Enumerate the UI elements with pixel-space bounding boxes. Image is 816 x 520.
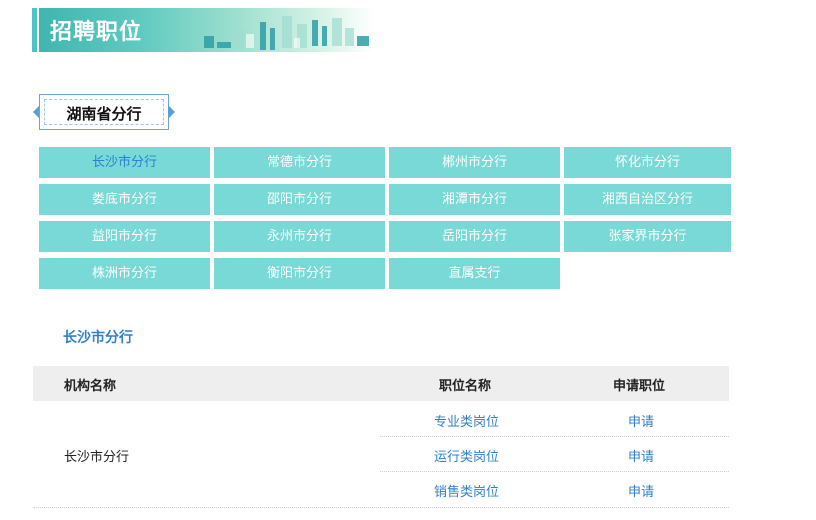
table-row: 运行类岗位 申请 bbox=[380, 437, 729, 472]
province-tab: 湖南省分行 bbox=[33, 94, 175, 130]
position-link[interactable]: 销售类岗位 bbox=[380, 481, 553, 500]
branch-tab-zhuzhou[interactable]: 株洲市分行 bbox=[39, 258, 210, 289]
branch-tab-yongzhou[interactable]: 永州市分行 bbox=[214, 221, 385, 252]
column-header-org: 机构名称 bbox=[64, 379, 117, 394]
table-bottom-border bbox=[33, 507, 729, 508]
branch-tab-hengyang[interactable]: 衡阳市分行 bbox=[214, 258, 385, 289]
column-header-apply: 申请职位 bbox=[613, 379, 666, 394]
page-header-banner: 招聘职位 bbox=[32, 8, 374, 52]
branch-tab-huaihua[interactable]: 怀化市分行 bbox=[564, 147, 731, 178]
apply-link[interactable]: 申请 bbox=[553, 481, 729, 500]
column-header-position: 职位名称 bbox=[439, 379, 492, 394]
selected-branch-title: 长沙市分行 bbox=[63, 330, 133, 346]
city-skyline-illustration bbox=[204, 16, 369, 50]
branch-tab-direct[interactable]: 直属支行 bbox=[389, 258, 560, 289]
branch-tab-zhangjiajie[interactable]: 张家界市分行 bbox=[564, 221, 731, 252]
table-row: 专业类岗位 申请 bbox=[380, 402, 729, 437]
branch-tab-changsha[interactable]: 长沙市分行 bbox=[39, 147, 210, 178]
table-cell-org-name: 长沙市分行 bbox=[64, 450, 130, 465]
branch-tab-loudi[interactable]: 娄底市分行 bbox=[39, 184, 210, 215]
apply-link[interactable]: 申请 bbox=[553, 446, 729, 465]
triangle-right-icon bbox=[168, 105, 175, 119]
table-row: 销售类岗位 申请 bbox=[380, 472, 729, 507]
banner-accent-bar bbox=[32, 8, 37, 52]
branch-tab-yiyang[interactable]: 益阳市分行 bbox=[39, 221, 210, 252]
table-header: 机构名称 职位名称 申请职位 bbox=[33, 366, 729, 401]
apply-link[interactable]: 申请 bbox=[553, 411, 729, 430]
branch-tab-xiangxi[interactable]: 湘西自治区分行 bbox=[564, 184, 731, 215]
province-label: 湖南省分行 bbox=[66, 105, 142, 123]
province-label-box: 湖南省分行 bbox=[39, 94, 169, 130]
branch-tab-changde[interactable]: 常德市分行 bbox=[214, 147, 385, 178]
branch-tab-xiangtan[interactable]: 湘潭市分行 bbox=[389, 184, 560, 215]
position-link[interactable]: 专业类岗位 bbox=[380, 411, 553, 430]
position-link[interactable]: 运行类岗位 bbox=[380, 446, 553, 465]
page-title: 招聘职位 bbox=[50, 20, 143, 45]
branch-tab-shaoyang[interactable]: 邵阳市分行 bbox=[214, 184, 385, 215]
branch-tab-chenzhou[interactable]: 郴州市分行 bbox=[389, 147, 560, 178]
branch-tab-yueyang[interactable]: 岳阳市分行 bbox=[389, 221, 560, 252]
